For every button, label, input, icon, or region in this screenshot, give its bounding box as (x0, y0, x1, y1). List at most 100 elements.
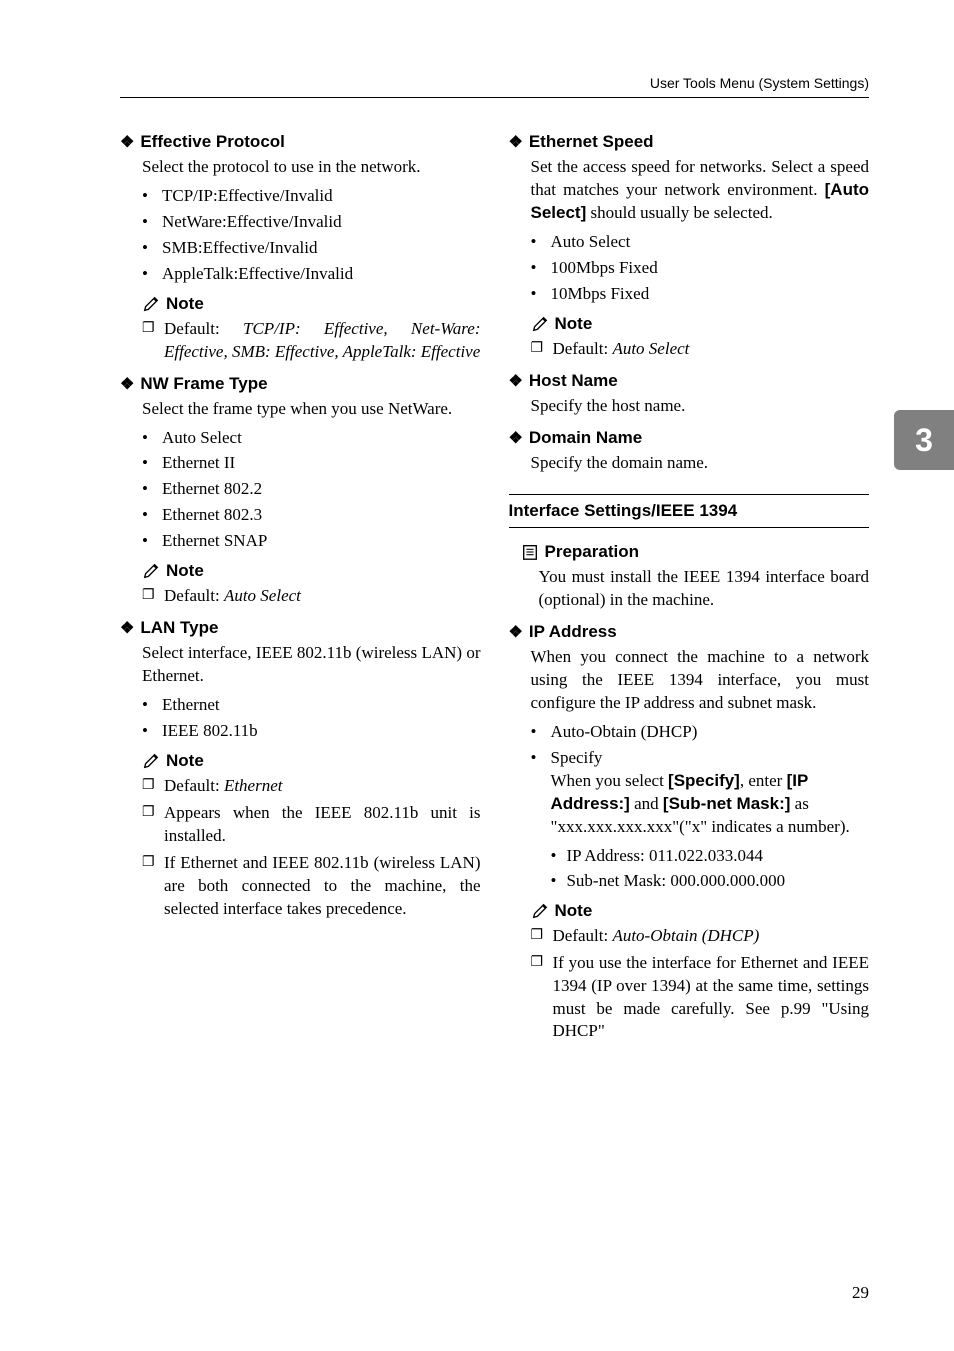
list-item: •Ethernet 802.2 (142, 478, 481, 501)
heading-text: Ethernet Speed (529, 132, 654, 152)
note-prefix: Default: (553, 926, 613, 945)
text-mid: , enter (740, 771, 787, 790)
bullet-head: Specify (551, 748, 603, 767)
square-icon: ❐ (531, 925, 545, 948)
list-item: •Ethernet 802.3 (142, 504, 481, 527)
note-heading: Note (142, 294, 481, 314)
bullet-text: Auto Select (162, 427, 242, 450)
heading-text: IP Address (529, 622, 617, 642)
note-prefix: Default: (164, 586, 224, 605)
note-item: ❐ If you use the interface for Ethernet … (531, 952, 870, 1044)
heading-effective-protocol: ❖ Effective Protocol (120, 132, 481, 152)
square-icon: ❐ (142, 318, 156, 364)
chapter-tab: 3 (894, 410, 954, 470)
bullet-text: Auto-Obtain (DHCP) (551, 721, 698, 744)
heading-text: Domain Name (529, 428, 642, 448)
bullet-text: IP Address: 011.022.033.044 (566, 845, 763, 868)
list-item: •IEEE 802.11b (142, 720, 481, 743)
note-item: ❐ Default: Auto Select (531, 338, 870, 361)
note-label: Note (166, 294, 204, 314)
pencil-icon (531, 315, 549, 333)
text-bold: [Specify] (668, 771, 740, 790)
bullet-text: Ethernet (162, 694, 220, 717)
bullet-text: Sub-net Mask: 000.000.000.000 (566, 870, 785, 893)
heading-ip-address: ❖ IP Address (509, 622, 870, 642)
heading-ethernet-speed: ❖ Ethernet Speed (509, 132, 870, 152)
page-number: 29 (852, 1283, 869, 1303)
bullet-text: AppleTalk:Effective/Invalid (162, 263, 353, 286)
square-icon: ❐ (142, 802, 156, 848)
list-item: •Auto Select (531, 231, 870, 254)
running-header: User Tools Menu (System Settings) (120, 75, 869, 98)
note-value: Auto-Obtain (DHCP) (612, 926, 759, 945)
heading-host-name: ❖ Host Name (509, 371, 870, 391)
heading-text: Effective Protocol (140, 132, 285, 152)
right-column: ❖ Ethernet Speed Set the access speed fo… (509, 122, 870, 1047)
note-item: ❐ If Ethernet and IEEE 802.11b (wireless… (142, 852, 481, 921)
square-icon: ❐ (142, 852, 156, 921)
list-item: •Sub-net Mask: 000.000.000.000 (551, 870, 870, 893)
note-value: Auto Select (224, 586, 301, 605)
list-item: •NetWare:Effective/Invalid (142, 211, 481, 234)
bullet-text: Auto Select (551, 231, 631, 254)
preparation-label: Preparation (545, 542, 639, 562)
note-label: Note (166, 751, 204, 771)
note-prefix: Default: (553, 339, 613, 358)
heading-nw-frame-type: ❖ NW Frame Type (120, 374, 481, 394)
body-text: Select interface, IEEE 802.11b (wireless… (142, 642, 481, 688)
note-heading: Note (531, 901, 870, 921)
diamond-icon: ❖ (120, 374, 134, 394)
note-prefix: Default: (164, 319, 243, 338)
note-label: Note (166, 561, 204, 581)
list-item: •Auto-Obtain (DHCP) (531, 721, 870, 744)
note-text: Appears when the IEEE 802.11b unit is in… (164, 802, 481, 848)
note-heading: Note (531, 314, 870, 334)
pencil-icon (142, 562, 160, 580)
note-item: ❐ Default: Auto-Obtain (DHCP) (531, 925, 870, 948)
note-label: Note (555, 901, 593, 921)
note-text: If you use the interface for Ethernet an… (553, 952, 870, 1044)
note-text: If Ethernet and IEEE 802.11b (wireless L… (164, 852, 481, 921)
text-pre: When you select (551, 771, 669, 790)
note-item: ❐ Default: Ethernet (142, 775, 481, 798)
diamond-icon: ❖ (509, 371, 523, 391)
list-item: •100Mbps Fixed (531, 257, 870, 280)
heading-domain-name: ❖ Domain Name (509, 428, 870, 448)
diamond-icon: ❖ (120, 618, 134, 638)
left-column: ❖ Effective Protocol Select the protocol… (120, 122, 481, 1047)
note-heading: Note (142, 561, 481, 581)
list-item: •Ethernet SNAP (142, 530, 481, 553)
list-item: •Auto Select (142, 427, 481, 450)
square-icon: ❐ (142, 775, 156, 798)
bullet-text: Ethernet II (162, 452, 235, 475)
note-label: Note (555, 314, 593, 334)
heading-text: LAN Type (140, 618, 218, 638)
list-item: •IP Address: 011.022.033.044 (551, 845, 870, 868)
body-text: When you connect the machine to a networ… (531, 646, 870, 715)
square-icon: ❐ (531, 952, 545, 1044)
list-item: •AppleTalk:Effective/Invalid (142, 263, 481, 286)
diamond-icon: ❖ (509, 622, 523, 642)
bullet-text: Ethernet 802.2 (162, 478, 262, 501)
note-item: ❐ Default: TCP/IP: Effective, Net-Ware: … (142, 318, 481, 364)
diamond-icon: ❖ (120, 132, 134, 152)
note-item: ❐ Default: Auto Select (142, 585, 481, 608)
diamond-icon: ❖ (509, 132, 523, 152)
pencil-icon (142, 295, 160, 313)
text-pre: Set the access speed for networks. Selec… (531, 157, 870, 199)
clipboard-icon (521, 543, 539, 561)
bullet-text: TCP/IP:Effective/Invalid (162, 185, 333, 208)
list-item: •SMB:Effective/Invalid (142, 237, 481, 260)
text-bold: [Sub-net Mask:] (663, 794, 791, 813)
text-post: should usually be selected. (586, 203, 773, 222)
list-item: •10Mbps Fixed (531, 283, 870, 306)
heading-text: Host Name (529, 371, 618, 391)
note-heading: Note (142, 751, 481, 771)
section-interface-ieee1394: Interface Settings/IEEE 1394 (509, 494, 870, 528)
text-and: and (630, 794, 663, 813)
bullet-text: 100Mbps Fixed (551, 257, 658, 280)
square-icon: ❐ (531, 338, 545, 361)
list-item: •Ethernet II (142, 452, 481, 475)
bullet-text: SMB:Effective/Invalid (162, 237, 318, 260)
note-item: ❐ Appears when the IEEE 802.11b unit is … (142, 802, 481, 848)
